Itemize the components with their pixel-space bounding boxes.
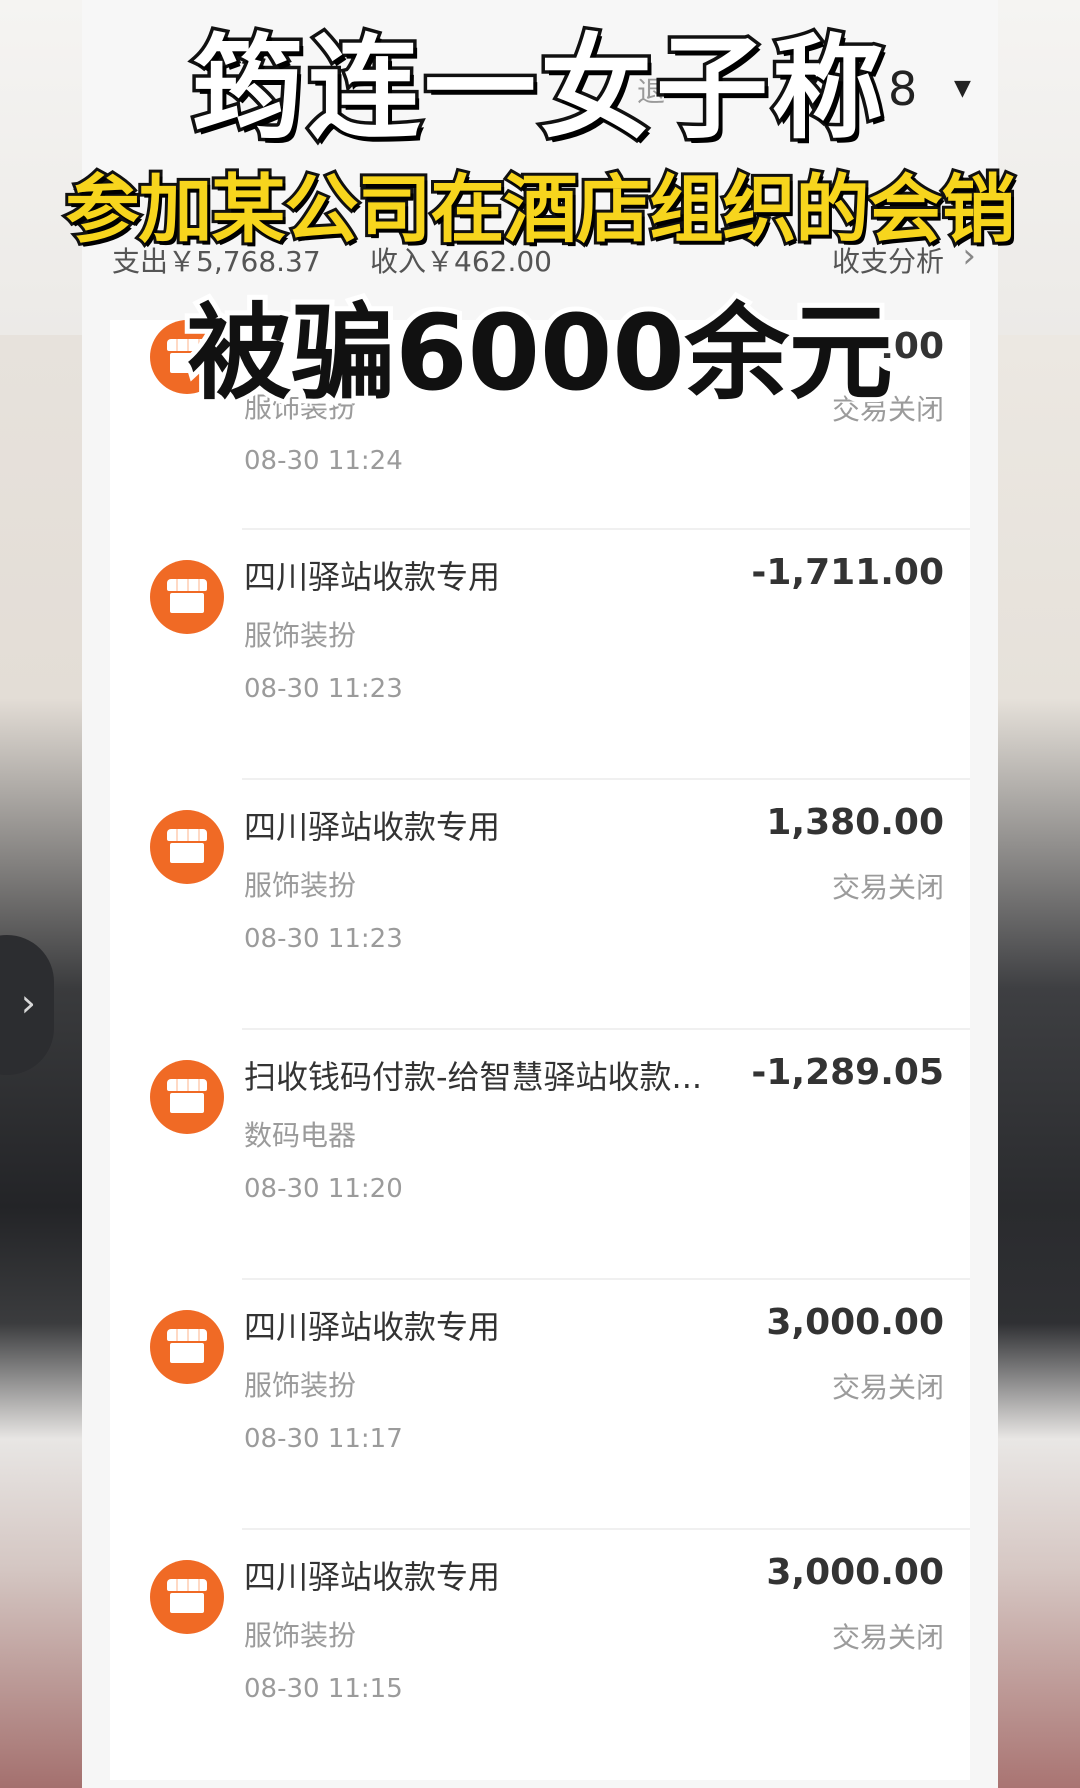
category-label: 服饰装扮 — [244, 1619, 357, 1652]
transaction-amount: 3,000.00 — [766, 1552, 944, 1593]
transaction-row[interactable]: 四川驿站收款专用 服饰装扮 08-30 11:15 3,000.00 交易关闭 — [110, 1530, 970, 1780]
category-label: 数码电器 — [244, 1119, 357, 1152]
side-nav-button[interactable]: › — [0, 935, 54, 1075]
transaction-row[interactable]: 四川驿站收款专用 服饰装扮 08-30 11:17 3,000.00 交易关闭 — [110, 1280, 970, 1530]
transaction-status: 交易关闭 — [831, 1621, 944, 1654]
category-label: 服饰装扮 — [244, 1369, 357, 1402]
merchant-name: 四川驿站收款专用 — [244, 808, 501, 846]
merchant-name: 四川驿站收款专用 — [244, 1558, 501, 1596]
transaction-time: 08-30 11:17 — [244, 1424, 403, 1454]
transaction-row[interactable]: 四川驿站收款专用 服饰装扮 08-30 11:23 1,380.00 交易关闭 — [110, 780, 970, 1030]
transaction-row[interactable]: 四川驿站收款专用 服饰装扮 08-30 11:23 -1,711.00 — [110, 530, 970, 780]
category-label: 服饰装扮 — [244, 869, 357, 902]
transaction-status: 交易关闭 — [831, 1371, 944, 1404]
transaction-amount: -1,711.00 — [751, 552, 944, 593]
transaction-amount: 1,380.00 — [766, 802, 944, 843]
headline-line-2: 参加某公司在酒店组织的会销 — [63, 164, 1019, 256]
transaction-time: 08-30 11:20 — [244, 1174, 403, 1204]
shop-icon — [150, 810, 224, 884]
transaction-time: 08-30 11:15 — [244, 1674, 403, 1704]
merchant-name: 四川驿站收款专用 — [244, 1308, 501, 1346]
shop-icon — [150, 560, 224, 634]
merchant-name: 四川驿站收款专用 — [244, 558, 501, 596]
headline-line-3: 被骗6000余元 — [182, 287, 897, 419]
transaction-status: 交易关闭 — [831, 871, 944, 904]
shop-icon — [150, 1560, 224, 1634]
shop-icon — [150, 1310, 224, 1384]
category-label: 服饰装扮 — [244, 619, 357, 652]
transaction-amount: -1,289.05 — [751, 1052, 944, 1093]
video-background-right — [998, 335, 1080, 1788]
transaction-time: 08-30 11:23 — [244, 674, 403, 704]
headline-line-1: 筠连一女子称 — [189, 21, 888, 158]
merchant-name: 扫收钱码付款-给智慧驿站收款... — [244, 1058, 703, 1096]
transaction-time: 08-30 11:24 — [244, 446, 403, 476]
transaction-row[interactable]: 扫收钱码付款-给智慧驿站收款... 数码电器 08-30 11:20 -1,28… — [110, 1030, 970, 1280]
transaction-amount: 3,000.00 — [766, 1302, 944, 1343]
chevron-right-icon: › — [20, 981, 36, 1025]
shop-icon — [150, 1060, 224, 1134]
transaction-time: 08-30 11:23 — [244, 924, 403, 954]
